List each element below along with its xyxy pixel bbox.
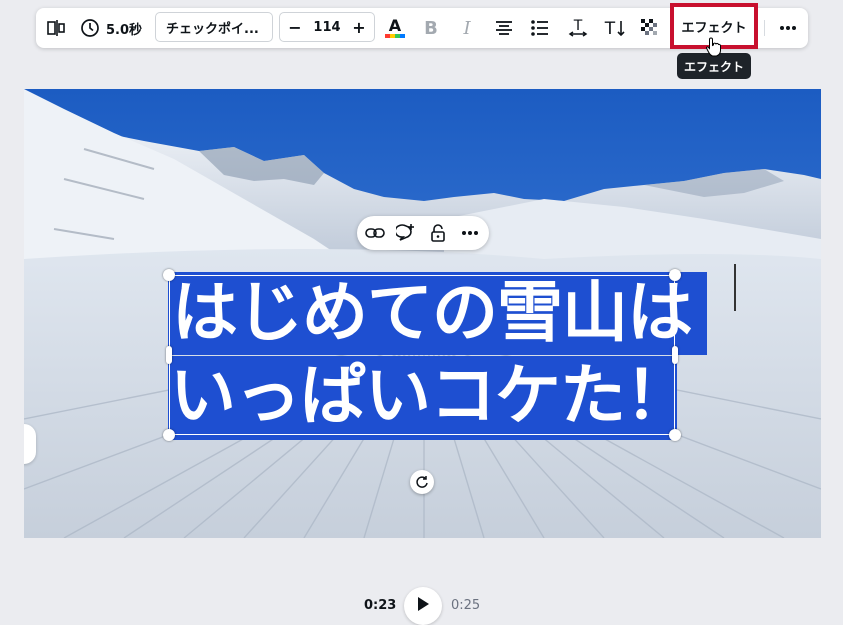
resize-handle-left[interactable]	[166, 346, 172, 364]
total-time: 0:25	[451, 598, 481, 613]
bold-icon[interactable]: B	[420, 8, 442, 48]
svg-text:T: T	[573, 18, 583, 34]
resize-handle-right[interactable]	[672, 346, 678, 364]
letter-spacing-icon[interactable]: T	[566, 8, 590, 48]
rotate-icon[interactable]	[410, 470, 434, 494]
context-more-icon[interactable]	[460, 223, 480, 243]
increase-size-button[interactable]: +	[348, 13, 370, 41]
italic-icon[interactable]: I	[456, 8, 478, 48]
lock-icon[interactable]	[428, 223, 448, 243]
transparency-icon[interactable]	[638, 8, 662, 48]
font-size-value[interactable]: 114	[308, 13, 346, 41]
timer-icon	[80, 18, 100, 38]
svg-text:A: A	[389, 16, 402, 35]
split-icon[interactable]	[44, 8, 68, 48]
current-time: 0:23	[364, 598, 397, 613]
panel-collapse-handle[interactable]	[24, 424, 36, 464]
timer-button[interactable]: 5.0秒	[80, 8, 152, 48]
timer-label: 5.0秒	[106, 22, 143, 38]
comment-icon[interactable]	[396, 223, 416, 243]
align-center-icon[interactable]	[492, 8, 516, 48]
list-icon[interactable]	[528, 8, 552, 48]
editor-toolbar: 5.0秒 チェックポイ... − 114 + A B I T T エフェクト	[36, 3, 808, 49]
svg-text:B: B	[424, 18, 438, 38]
selection-box	[169, 275, 675, 435]
resize-handle-bottom-left[interactable]	[163, 429, 175, 441]
decrease-size-button[interactable]: −	[284, 13, 306, 41]
more-icon[interactable]	[776, 8, 800, 48]
toolbar-divider	[764, 20, 765, 36]
text-color-icon[interactable]: A	[383, 8, 407, 48]
play-icon	[416, 596, 430, 616]
element-context-menu	[357, 216, 489, 250]
font-selector[interactable]: チェックポイ...	[155, 12, 273, 42]
font-size-stepper: − 114 +	[279, 12, 375, 42]
hand-cursor-icon	[705, 37, 722, 61]
play-button[interactable]	[404, 587, 442, 625]
link-icon[interactable]	[365, 223, 385, 243]
svg-text:I: I	[462, 18, 471, 38]
resize-handle-top-left[interactable]	[163, 269, 175, 281]
resize-handle-bottom-right[interactable]	[669, 429, 681, 441]
resize-handle-top-right[interactable]	[669, 269, 681, 281]
text-direction-icon[interactable]: T	[602, 8, 626, 48]
svg-text:T: T	[604, 19, 616, 38]
